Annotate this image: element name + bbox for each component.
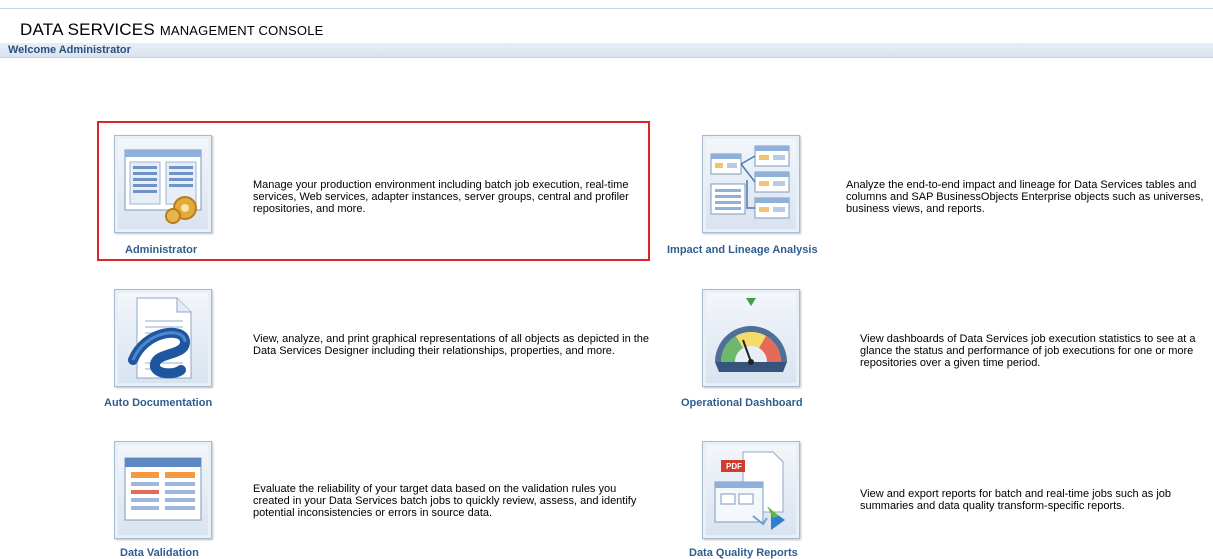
impact-lineage-icon[interactable] [702, 135, 800, 233]
impact-lineage-label[interactable]: Impact and Lineage Analysis [667, 244, 818, 256]
header-divider [0, 8, 1213, 9]
app-title-main: DATA SERVICES [20, 20, 155, 39]
administrator-description: Manage your production environment inclu… [253, 179, 629, 215]
app-title: DATA SERVICES MANAGEMENT CONSOLE [20, 20, 324, 40]
auto-documentation-label[interactable]: Auto Documentation [104, 397, 212, 409]
welcome-bar: Welcome Administrator [0, 43, 1213, 58]
welcome-text: Welcome Administrator [8, 44, 131, 56]
data-quality-reports-label[interactable]: Data Quality Reports [689, 547, 798, 559]
app-title-rest: MANAGEMENT CONSOLE [159, 23, 324, 38]
management-console-home: DATA SERVICES MANAGEMENT CONSOLE Welcome… [0, 0, 1213, 559]
pdf-badge-text: PDF [726, 462, 742, 471]
data-validation-description: Evaluate the reliability of your target … [253, 483, 637, 519]
data-validation-label[interactable]: Data Validation [120, 547, 199, 559]
data-validation-icon[interactable] [114, 441, 212, 539]
operational-dashboard-icon[interactable] [702, 289, 800, 387]
operational-dashboard-description: View dashboards of Data Services job exe… [860, 333, 1196, 369]
data-quality-reports-icon[interactable]: PDF [702, 441, 800, 539]
administrator-icon[interactable] [114, 135, 212, 233]
auto-documentation-description: View, analyze, and print graphical repre… [253, 333, 650, 357]
operational-dashboard-label[interactable]: Operational Dashboard [681, 397, 803, 409]
impact-lineage-description: Analyze the end-to-end impact and lineag… [846, 179, 1204, 215]
auto-documentation-icon[interactable] [114, 289, 212, 387]
administrator-label[interactable]: Administrator [125, 244, 197, 256]
data-quality-reports-description: View and export reports for batch and re… [860, 488, 1172, 512]
